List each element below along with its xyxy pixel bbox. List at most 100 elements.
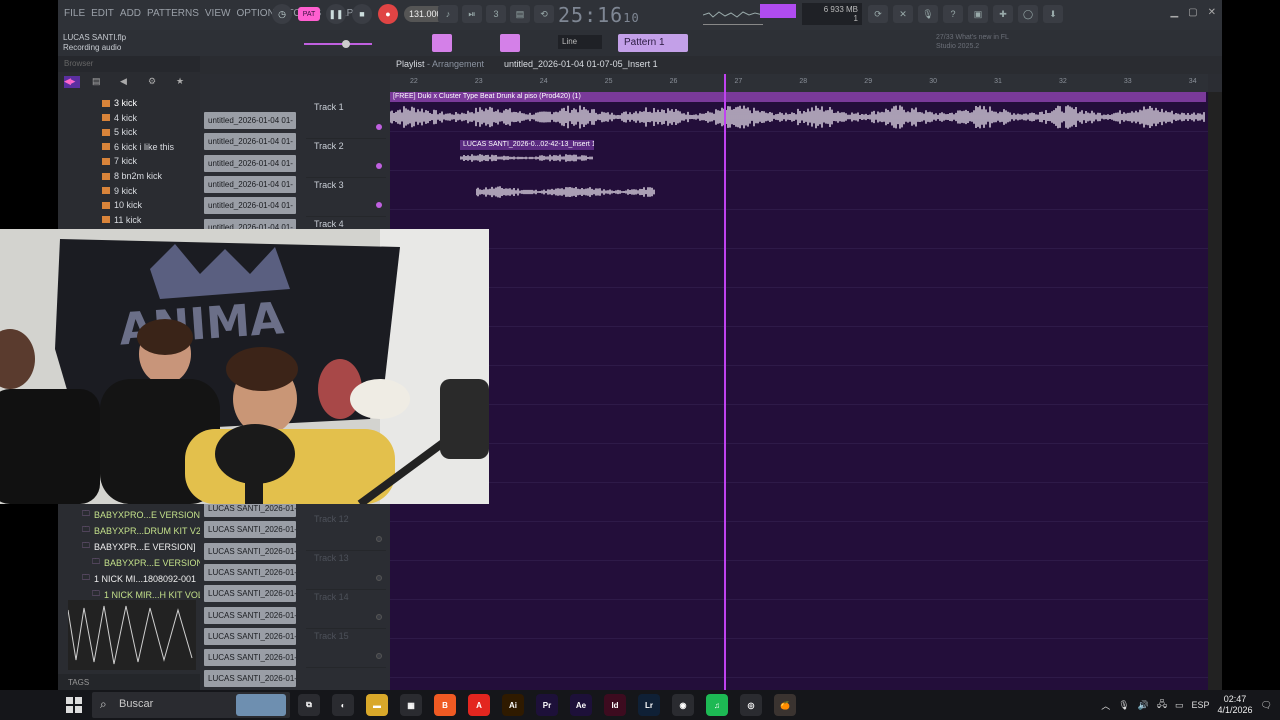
browser-item[interactable]: 11 kick <box>102 215 141 225</box>
browser-back-icon[interactable]: ◀▸ <box>64 76 80 88</box>
maximize-button[interactable]: ▢ <box>1188 7 1197 18</box>
clip-source-item[interactable]: untitled_2026-01-04 01- <box>204 112 296 129</box>
file-explorer-icon[interactable]: ▬ <box>366 694 388 716</box>
loop-record-icon[interactable]: ⟲ <box>534 5 554 23</box>
snap-selector[interactable]: Line <box>558 35 602 49</box>
browser-item[interactable]: 4 kick <box>102 113 137 123</box>
track-mute-led[interactable] <box>376 202 382 208</box>
tray-network-icon[interactable]: 🖧 <box>1157 697 1167 713</box>
clip-source-item[interactable]: untitled_2026-01-04 01- <box>204 175 296 193</box>
minimize-button[interactable]: ▁ <box>1170 7 1178 18</box>
clip-source-item[interactable]: untitled_2026-01-04 01- <box>204 154 296 172</box>
download-icon[interactable]: ⬇ <box>1043 5 1063 23</box>
transport-mode-icon[interactable]: ◷ <box>272 4 292 24</box>
spotify-icon[interactable]: ♫ <box>706 694 728 716</box>
browser-file-icon[interactable]: ▤ <box>92 76 108 88</box>
song-position-display[interactable]: 25:1610 <box>558 3 640 27</box>
link-icon[interactable] <box>500 34 520 52</box>
track-header[interactable]: Track 3 <box>306 178 386 217</box>
browser-plugin-icon[interactable]: ⚙ <box>148 76 164 88</box>
menu-add[interactable]: ADD <box>120 8 141 19</box>
tray-battery-icon[interactable]: ▭ <box>1175 700 1184 711</box>
taskbar-search[interactable]: ⌕ Buscar <box>92 692 290 718</box>
track-header[interactable]: Track 12 <box>306 512 386 551</box>
menu-edit[interactable]: EDIT <box>91 8 114 19</box>
track-mute-led[interactable] <box>376 575 382 581</box>
browser-item[interactable]: 10 kick <box>102 200 142 210</box>
chat-icon[interactable]: ◯ <box>1018 5 1038 23</box>
chrome-icon[interactable]: ◉ <box>672 694 694 716</box>
track-header[interactable]: Track 1 <box>306 100 386 139</box>
acrobat-icon[interactable]: A <box>468 694 490 716</box>
browser-pack-item[interactable]: 🗀 BABYXPR...E VERSION] <box>92 556 206 570</box>
mic-icon[interactable]: 🎙 <box>918 5 938 23</box>
browser-item[interactable]: 7 kick <box>102 156 137 166</box>
step-record-icon[interactable]: ▤ <box>510 5 530 23</box>
taskbar-clock[interactable]: 02:47 4/1/2026 <box>1218 694 1253 716</box>
clip-source-item[interactable]: LUCAS SANTI_2026-01-04... <box>204 649 296 667</box>
browser-speaker-icon[interactable]: ◀ <box>120 76 136 88</box>
audio-clip-take[interactable] <box>475 180 656 204</box>
menu-patterns[interactable]: PATTERNS <box>147 8 199 19</box>
clip-source-item[interactable]: untitled_2026-01-04 01- <box>204 133 296 151</box>
clip-source-item[interactable]: untitled_2026-01-04 01- <box>204 197 296 215</box>
illustrator-icon[interactable]: Ai <box>502 694 524 716</box>
plugin-icon[interactable]: ✚ <box>993 5 1013 23</box>
save-icon[interactable]: ▣ <box>968 5 988 23</box>
task-view-icon[interactable]: ⧉ <box>298 694 320 716</box>
clip-source-item[interactable]: LUCAS SANTI_2026-01-04... <box>204 585 296 603</box>
clip-source-item[interactable]: LUCAS SANTI_2026-01-04... <box>204 606 296 624</box>
piano-roll-icon[interactable] <box>432 34 452 52</box>
browser-pack-item[interactable]: 🗀 1 NICK MI...1808092-001 <box>82 572 196 586</box>
stop-button[interactable]: ■ <box>352 4 372 24</box>
timeline-ruler[interactable]: 22 23 24 25 26 27 28 29 30 31 32 33 34 <box>390 74 1208 92</box>
track-mute-led[interactable] <box>376 163 382 169</box>
tray-overflow-icon[interactable]: ︿ <box>1101 699 1110 712</box>
copilot-icon[interactable]: ◐ <box>332 694 354 716</box>
vertical-scrollbar[interactable] <box>1208 92 1222 690</box>
premiere-icon[interactable]: Pr <box>536 694 558 716</box>
track-header[interactable]: Track 2 <box>306 139 386 178</box>
track-header[interactable]: Track 14 <box>306 590 386 629</box>
track-mute-led[interactable] <box>376 653 382 659</box>
countdown-icon[interactable]: 3 <box>486 5 506 23</box>
clip-source-item[interactable]: LUCAS SANTI_2026-01-04... <box>204 542 296 560</box>
playhead[interactable] <box>724 74 726 690</box>
indesign-icon[interactable]: Id <box>604 694 626 716</box>
browser-item[interactable]: 9 kick <box>102 186 137 196</box>
lightroom-icon[interactable]: Lr <box>638 694 660 716</box>
record-button[interactable]: ● <box>378 4 398 24</box>
arrangement-area[interactable]: [FREE] Duki x Cluster Type Beat Drunk al… <box>389 92 1208 690</box>
browser-item[interactable]: 8 bn2m kick <box>102 171 162 181</box>
news-panel[interactable]: 27/33 What's new in FL Studio 2025.2 <box>936 33 1009 51</box>
notifications-icon[interactable]: 🗨 <box>1261 700 1272 711</box>
windows-start-icon[interactable] <box>66 697 82 713</box>
help-icon[interactable]: ? <box>943 5 963 23</box>
pattern-song-toggle[interactable]: PAT <box>298 7 320 21</box>
browser-item[interactable]: 5 kick <box>102 127 137 137</box>
browser-item[interactable]: 6 kick i like this <box>102 142 174 152</box>
tray-language[interactable]: ESP <box>1192 700 1210 710</box>
clip-source-item[interactable]: LUCAS SANTI_2026-01-04... <box>204 670 296 688</box>
browser-item[interactable]: 3 kick <box>102 98 137 108</box>
browser-pack-item[interactable]: 🗀 BABYXPR...E VERSION] <box>82 540 196 554</box>
master-volume-slider[interactable] <box>304 36 372 48</box>
audio-clip-recording[interactable]: LUCAS SANTI_2026-0...02-42-13_Insert 1 <box>459 140 594 166</box>
wait-icon[interactable]: ⏯ <box>462 5 482 23</box>
clip-source-item[interactable]: LUCAS SANTI_2026-01-04... <box>204 563 296 581</box>
tray-volume-icon[interactable]: 🔊 <box>1138 700 1149 711</box>
after-effects-icon[interactable]: Ae <box>570 694 592 716</box>
track-mute-led[interactable] <box>376 124 382 130</box>
tools-icon[interactable]: ✕ <box>893 5 913 23</box>
audio-clip[interactable]: [FREE] Duki x Cluster Type Beat Drunk al… <box>389 92 1206 132</box>
track-header[interactable]: Track 13 <box>306 551 386 590</box>
clip-source-item[interactable]: LUCAS SANTI_2026-01-04... <box>204 627 296 645</box>
menu-file[interactable]: FILE <box>64 8 85 19</box>
track-mute-led[interactable] <box>376 536 382 542</box>
metronome-icon[interactable]: ♪ <box>438 5 458 23</box>
obs-icon[interactable]: ◎ <box>740 694 762 716</box>
tray-mic-icon[interactable]: 🎙 <box>1118 700 1129 711</box>
pattern-selector[interactable]: Pattern 1 <box>618 34 688 52</box>
browser-star-icon[interactable]: ★ <box>176 76 192 88</box>
browser-pack-item[interactable]: 🗀 BABYXPRO...E VERSION] <box>82 508 203 522</box>
